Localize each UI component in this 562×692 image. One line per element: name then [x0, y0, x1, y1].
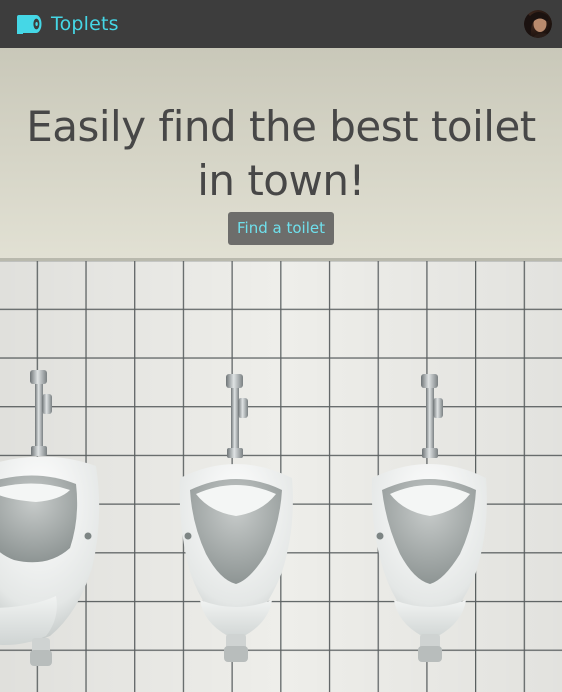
find-toilet-button[interactable]: Find a toilet — [228, 212, 334, 245]
brand-link[interactable]: Toplets — [16, 13, 119, 35]
hero-section: Easily find the best toilet in town! Fin… — [0, 48, 562, 692]
hero-content: Easily find the best toilet in town! Fin… — [0, 48, 562, 245]
top-navbar: Toplets — [0, 0, 562, 48]
app-page: Toplets Easily find the best toilet in t… — [0, 0, 562, 692]
hero-title: Easily find the best toilet in town! — [0, 100, 562, 208]
hero-title-line-1: Easily find the best toilet — [26, 102, 536, 151]
toilet-paper-icon — [17, 15, 42, 34]
hero-title-line-2: in town! — [197, 156, 365, 205]
brand-name: Toplets — [51, 13, 119, 35]
user-avatar[interactable] — [524, 10, 552, 38]
